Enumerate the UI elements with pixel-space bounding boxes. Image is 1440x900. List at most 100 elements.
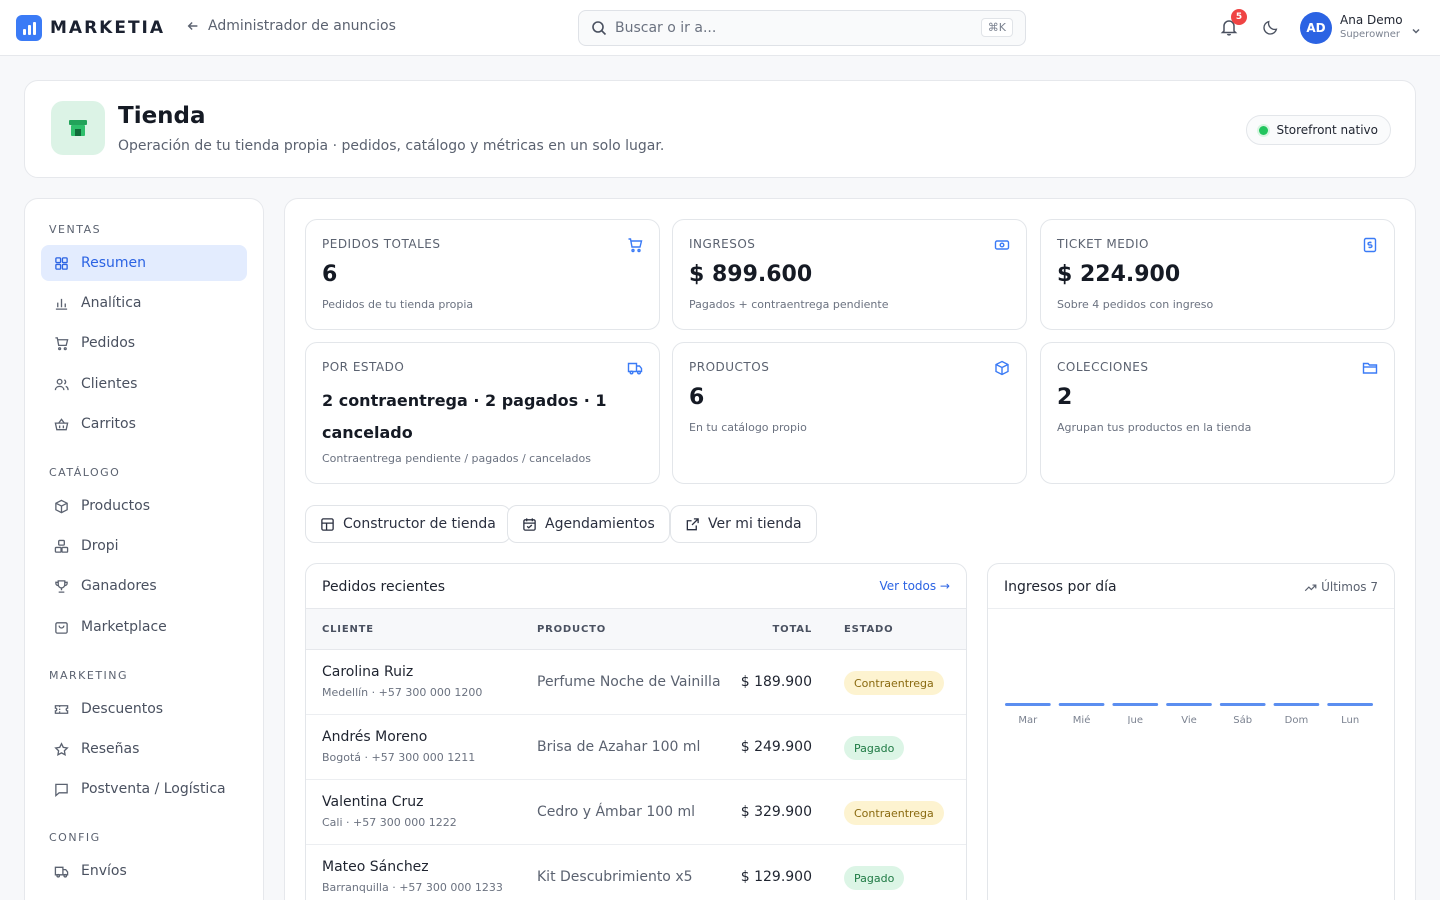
receipt-icon: [1362, 237, 1378, 257]
product-name: Cedro y Ámbar 100 ml: [537, 804, 696, 820]
search-shortcut: ⌘K: [980, 18, 1013, 37]
back-to-ads-link[interactable]: Administrador de anuncios: [186, 18, 396, 34]
sidebar-item-productos[interactable]: Productos: [41, 488, 247, 524]
orders-table-header: CLIENTE PRODUCTO TOTAL ESTADO: [306, 608, 966, 650]
chart-logo-icon: [16, 15, 42, 41]
grid-icon: [53, 255, 69, 271]
top-bar: MARKETIA Administrador de anuncios Busca…: [0, 0, 1440, 56]
bar-chart-icon: [53, 295, 69, 311]
stat-card-ingresos: INGRESOS $ 899.600 Pagados + contraentre…: [672, 219, 1027, 330]
sidebar-item-ganadores[interactable]: Ganadores: [41, 568, 247, 604]
sidebar-item-label: Envíos: [81, 863, 127, 879]
sidebar-item-clientes[interactable]: Clientes: [41, 366, 247, 402]
store-builder-label: Constructor de tienda: [343, 516, 496, 532]
table-row[interactable]: Mateo Sánchez Barranquilla · +57 300 000…: [306, 845, 966, 900]
search-input[interactable]: Buscar o ir a... ⌘K: [578, 10, 1026, 46]
day-tick-label: Dom: [1285, 715, 1309, 724]
sidebar-item-label: Resumen: [81, 255, 147, 271]
table-row[interactable]: Carolina Ruiz Medellín · +57 300 000 120…: [306, 650, 966, 715]
stat-description: En tu catálogo propio: [689, 421, 807, 434]
moon-icon: [1263, 20, 1278, 35]
order-total: $ 129.900: [740, 869, 812, 885]
revenue-bar[interactable]: [1327, 703, 1373, 706]
sidebar-item-pedidos[interactable]: Pedidos: [41, 325, 247, 361]
table-row[interactable]: Andrés Moreno Bogotá · +57 300 000 1211 …: [306, 715, 966, 780]
table-row[interactable]: Valentina Cruz Cali · +57 300 000 1222 C…: [306, 780, 966, 845]
back-link-label: Administrador de anuncios: [208, 18, 396, 34]
sidebar-item-postventa[interactable]: Postventa / Logística: [41, 771, 247, 807]
day-tick-label: Lun: [1341, 715, 1359, 724]
stat-label: TICKET MEDIO: [1057, 237, 1150, 251]
storefront-status-pill: Storefront nativo: [1246, 115, 1391, 145]
theme-toggle[interactable]: [1262, 18, 1280, 40]
day-tick-label: Mar: [1018, 715, 1038, 724]
schedule-label: Agendamientos: [545, 516, 655, 532]
user-name[interactable]: Ana Demo: [1340, 13, 1403, 27]
revenue-bar[interactable]: [1219, 703, 1266, 706]
product-name: Brisa de Azahar 100 ml: [537, 739, 701, 755]
folder-icon: [1362, 360, 1378, 380]
box-icon: [53, 498, 69, 514]
arrow-left-icon: [187, 22, 198, 30]
recent-orders-title: Pedidos recientes: [322, 579, 446, 595]
view-store-button[interactable]: Ver mi tienda: [670, 505, 817, 543]
sidebar-item-analitica[interactable]: Analítica: [41, 285, 247, 321]
section-label-marketing: MARKETING: [49, 669, 129, 682]
user-menu-toggle[interactable]: [1410, 22, 1422, 41]
view-all-orders-link[interactable]: Ver todos →: [879, 579, 950, 593]
cart-icon: [53, 335, 69, 351]
boxes-icon: [53, 538, 69, 554]
message-square-icon: [53, 781, 69, 797]
sidebar-item-marketplace[interactable]: Marketplace: [41, 609, 247, 645]
revenue-bar[interactable]: [1166, 703, 1212, 706]
sidebar-item-carritos[interactable]: Carritos: [41, 406, 247, 442]
status-badge: Pagado: [844, 736, 905, 760]
stat-description: Pagados + contraentrega pendiente: [689, 298, 889, 311]
box-icon: [994, 360, 1010, 380]
layout-icon: [321, 517, 334, 531]
user-avatar[interactable]: AD: [1300, 12, 1332, 44]
sidebar-item-descuentos[interactable]: Descuentos: [41, 691, 247, 727]
calendar-icon: [523, 517, 536, 531]
sidebar-item-dropi[interactable]: Dropi: [41, 528, 247, 564]
client-name: Mateo Sánchez: [322, 859, 429, 875]
chevron-down-icon: [1412, 28, 1420, 34]
sidebar-item-label: Ganadores: [81, 578, 157, 594]
stat-value: 6: [322, 262, 338, 287]
client-name: Carolina Ruiz: [322, 664, 414, 680]
status-badge: Contraentrega: [844, 801, 944, 825]
column-header-status[interactable]: ESTADO: [844, 624, 893, 635]
sidebar-item-envios[interactable]: Envíos: [41, 853, 247, 889]
revenue-range-label: Últimos 7: [1321, 580, 1378, 594]
client-location: Medellín · +57 300 000 1200: [322, 686, 483, 699]
client-location: Cali · +57 300 000 1222: [322, 816, 457, 829]
sidebar-item-label: Pedidos: [81, 335, 136, 351]
schedule-button[interactable]: Agendamientos: [507, 505, 670, 543]
sidebar-item-label: Productos: [81, 498, 151, 514]
recent-orders-panel: Pedidos recientes Ver todos → CLIENTE PR…: [305, 563, 967, 900]
status-badge: Pagado: [844, 866, 905, 890]
truck-icon: [627, 360, 643, 380]
column-header-client[interactable]: CLIENTE: [322, 624, 374, 635]
revenue-bar[interactable]: [1005, 703, 1051, 706]
sidebar-item-resenas[interactable]: Reseñas: [41, 731, 247, 767]
revenue-bar[interactable]: [1273, 703, 1320, 706]
product-name: Kit Descubrimiento x5: [537, 869, 693, 885]
brand-logo[interactable]: MARKETIA: [16, 14, 165, 42]
client-location: Barranquilla · +57 300 000 1233: [322, 881, 503, 894]
store-builder-button[interactable]: Constructor de tienda: [305, 505, 511, 543]
revenue-bar[interactable]: [1112, 703, 1159, 706]
stat-card-pedidos-totales: PEDIDOS TOTALES 6 Pedidos de tu tienda p…: [305, 219, 660, 330]
revenue-bar[interactable]: [1058, 703, 1105, 706]
column-header-total[interactable]: TOTAL: [773, 624, 812, 635]
revenue-bar-chart: Mar Mié Jue Vie Sáb Dom Lun: [1005, 703, 1373, 724]
page-title: Tienda: [118, 103, 206, 129]
search-placeholder: Buscar o ir a...: [615, 20, 717, 36]
sidebar-item-label: Postventa / Logística: [81, 781, 226, 797]
column-header-product[interactable]: PRODUCTO: [537, 624, 606, 635]
ticket-icon: [53, 701, 69, 717]
revenue-range-selector[interactable]: Últimos 7: [1304, 580, 1378, 594]
sidebar-item-resumen[interactable]: Resumen: [41, 245, 247, 281]
revenue-title: Ingresos por día: [1004, 579, 1117, 595]
stat-card-ticket-medio: TICKET MEDIO $ 224.900 Sobre 4 pedidos c…: [1040, 219, 1395, 330]
